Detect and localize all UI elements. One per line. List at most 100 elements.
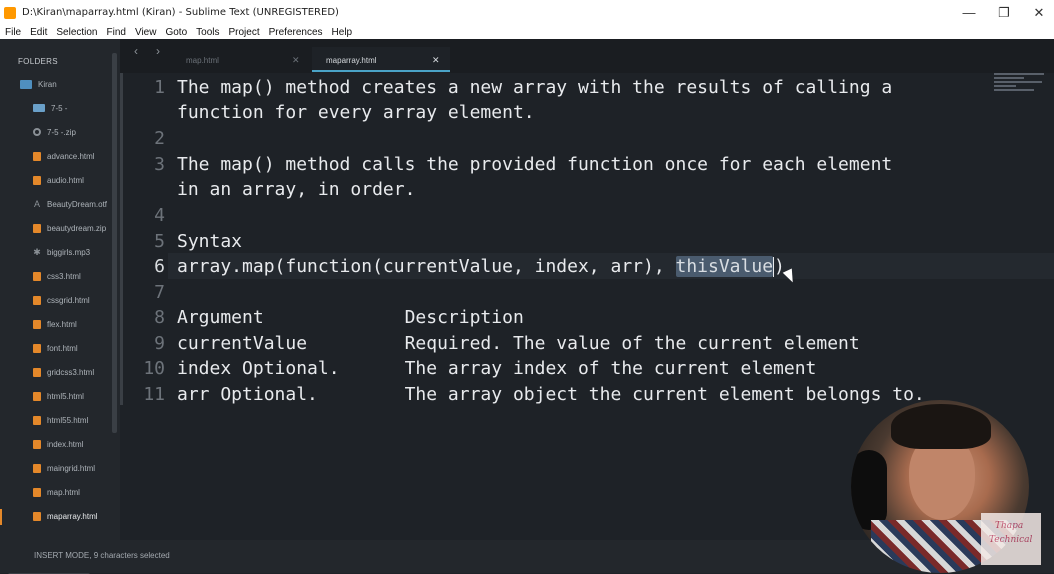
selected-text: thisValue [675,256,774,277]
code-line: index Optional. The array index of the c… [177,358,817,379]
sidebar-item-label: 7-5 - [51,103,68,113]
sidebar: FOLDERS Kiran 7-5 - 7-5 -.zip advance.ht… [0,39,120,574]
chevron-left-icon[interactable]: ‹ [134,44,138,58]
menu-help[interactable]: Help [332,27,353,38]
line-number: 5 [154,231,165,252]
minimap[interactable] [994,73,1046,103]
sidebar-item[interactable]: cssgrid.html [33,293,90,307]
menu-selection[interactable]: Selection [56,27,97,38]
close-tab-icon[interactable]: ✕ [432,55,440,66]
menu-file[interactable]: File [5,27,21,38]
sidebar-item[interactable]: gridcss3.html [33,365,94,379]
music-icon: ✱ [33,246,41,257]
code-line: arr Optional. The array object the curre… [177,384,925,405]
menu-tools[interactable]: Tools [196,27,219,38]
file-icon [33,391,41,401]
sidebar-item-label: index.html [47,439,84,449]
line-number: 10 [143,358,165,379]
file-icon [33,319,41,329]
gear-icon [33,128,41,136]
sidebar-item[interactable]: maingrid.html [33,461,95,475]
sidebar-item[interactable]: advance.html [33,149,95,163]
sidebar-item-label: css3.html [47,271,81,281]
sidebar-item-label: advance.html [47,151,95,161]
tab-label: map.html [186,55,219,65]
sidebar-item[interactable]: map.html [33,485,80,499]
menu-edit[interactable]: Edit [30,27,47,38]
code-line-current: array.map(function(currentValue, index, … [177,256,785,277]
sublime-text-icon [4,6,16,19]
active-file-marker [0,509,2,525]
logo-text: Technical [989,535,1033,545]
sidebar-item[interactable]: A BeautyDream.otf [33,197,107,211]
sidebar-item-label: audio.html [47,175,84,185]
menu-goto[interactable]: Goto [165,27,187,38]
window-title: D:\Kiran\maparray.html (Kiran) - Sublime… [22,7,339,18]
code-line: function for every array element. [177,102,535,123]
menu-find[interactable]: Find [107,27,126,38]
sidebar-item[interactable]: beautydream.zip [33,221,106,235]
file-icon [33,223,41,233]
file-icon [33,343,41,353]
line-number: 9 [154,333,165,354]
sidebar-item[interactable]: audio.html [33,173,84,187]
tab-label: maparray.html [326,55,377,65]
maximize-button[interactable]: ❐ [987,0,1021,25]
sidebar-item-label: BeautyDream.otf [47,199,108,209]
file-icon [33,439,41,449]
code-line: The map() method calls the provided func… [177,154,893,175]
channel-logo: Thapa Technical [981,513,1041,565]
sidebar-item-label: maparray.html [47,511,98,521]
sidebar-item[interactable]: html55.html [33,413,88,427]
sidebar-item-label: maingrid.html [47,463,96,473]
sidebar-scrollbar[interactable] [112,53,117,433]
sidebar-item-label: map.html [47,487,80,497]
code-line: currentValue Required. The value of the … [177,333,860,354]
menu-preferences[interactable]: Preferences [269,27,323,38]
sidebar-item[interactable]: index.html [33,437,83,451]
minimize-button[interactable]: — [952,0,986,25]
chevron-right-icon[interactable]: › [156,44,160,58]
tab-bar: ‹ › map.html ✕ maparray.html ✕ [120,39,1054,73]
close-tab-icon[interactable]: ✕ [292,55,300,66]
file-icon [33,175,41,185]
sidebar-item[interactable]: css3.html [33,269,81,283]
sidebar-item-label: html55.html [47,415,89,425]
sidebar-item[interactable]: html5.html [33,389,84,403]
sidebar-item[interactable]: flex.html [33,317,77,331]
line-number: 4 [154,205,165,226]
active-tab-indicator [312,70,450,72]
sidebar-item-label: cssgrid.html [47,295,90,305]
logo-text: Thapa [995,521,1024,531]
file-icon [33,295,41,305]
title-bar: D:\Kiran\maparray.html (Kiran) - Sublime… [0,0,1054,25]
line-number: 6 [154,256,165,277]
file-icon [33,463,41,473]
folder-open-icon [20,79,32,89]
file-icon [33,271,41,281]
sidebar-item[interactable]: 7-5 - [33,101,67,115]
sidebar-item-label: font.html [47,343,78,353]
sidebar-item-label: flex.html [47,319,77,329]
sidebar-item-label: beautydream.zip [47,223,107,233]
font-icon: A [33,199,40,209]
sidebar-item-active[interactable]: maparray.html [33,509,98,523]
folder-icon [33,104,45,112]
sidebar-root-folder[interactable]: Kiran [20,77,57,91]
sidebar-item[interactable]: 7-5 -.zip [33,125,76,139]
sidebar-item-label: 7-5 -.zip [47,127,76,137]
file-icon [33,415,41,425]
menu-view[interactable]: View [135,27,157,38]
close-button[interactable]: ✕ [1022,0,1054,25]
tab-map-html[interactable]: map.html ✕ [186,47,310,73]
line-number: 2 [154,128,165,149]
file-icon [33,487,41,497]
menu-project[interactable]: Project [229,27,260,38]
sidebar-item[interactable]: font.html [33,341,78,355]
sidebar-item[interactable]: ✱ biggirls.mp3 [33,245,90,259]
line-number: 11 [143,384,165,405]
code-line: in an array, in order. [177,179,416,200]
microphone [851,450,887,530]
code-line: The map() method creates a new array wit… [177,77,893,98]
menu-bar: File Edit Selection Find View Goto Tools… [0,25,1054,39]
